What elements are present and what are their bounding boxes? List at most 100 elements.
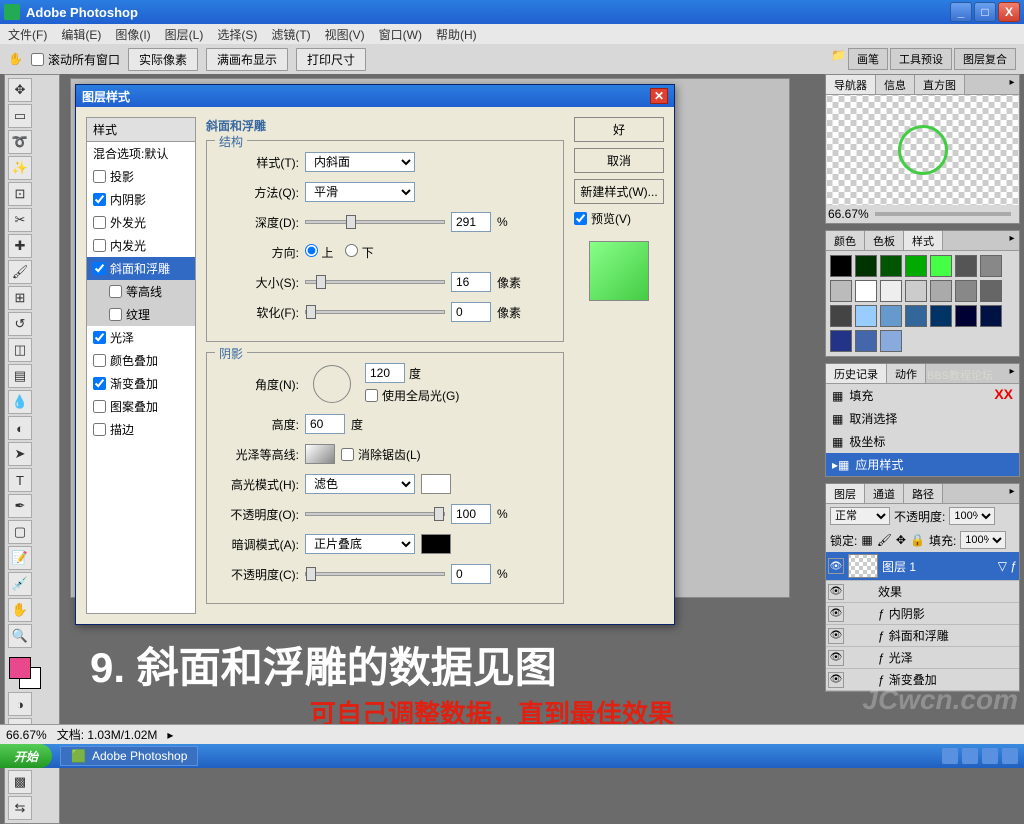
depth-input[interactable]: [451, 212, 491, 232]
style-swatch[interactable]: [880, 255, 902, 277]
angle-input[interactable]: [365, 363, 405, 383]
layer-fill-input[interactable]: 100%: [960, 531, 1006, 549]
blend-options-item[interactable]: 混合选项:默认: [87, 142, 195, 165]
style-swatch[interactable]: [880, 280, 902, 302]
effect-item[interactable]: 👁ƒ内阴影: [826, 603, 1019, 625]
visibility-icon[interactable]: 👁: [828, 584, 844, 600]
slice-tool[interactable]: ✂: [8, 208, 32, 232]
eyedropper-tool[interactable]: 💉: [8, 572, 32, 596]
style-swatch[interactable]: [855, 280, 877, 302]
style-swatch[interactable]: [855, 255, 877, 277]
panel-menu-icon[interactable]: ▸: [1005, 484, 1019, 498]
history-item[interactable]: ▦极坐标: [826, 430, 1019, 453]
dir-up-radio[interactable]: 上: [305, 244, 333, 261]
size-input[interactable]: [451, 272, 491, 292]
history-item[interactable]: ▦填充: [826, 384, 1019, 407]
visibility-icon[interactable]: 👁: [828, 672, 844, 688]
new-style-button[interactable]: 新建样式(W)...: [574, 179, 664, 204]
visibility-icon[interactable]: 👁: [828, 606, 844, 622]
fx-satin[interactable]: 光泽: [87, 326, 195, 349]
layers-tab[interactable]: 图层: [826, 484, 865, 503]
opttab-brushes[interactable]: 画笔: [848, 48, 888, 70]
marquee-tool[interactable]: ▭: [8, 104, 32, 128]
lock-paint-icon[interactable]: 🖌: [877, 533, 892, 547]
shadow-mode-select[interactable]: 正片叠底: [305, 534, 415, 554]
gradient-tool[interactable]: ▤: [8, 364, 32, 388]
dialog-close-button[interactable]: ✕: [650, 88, 668, 104]
actual-pixels-button[interactable]: 实际像素: [128, 48, 198, 71]
fx-dropshadow[interactable]: 投影: [87, 165, 195, 188]
history-tab[interactable]: 历史记录: [826, 364, 887, 383]
lock-trans-icon[interactable]: ▦: [861, 533, 872, 547]
paths-tab[interactable]: 路径: [904, 484, 943, 503]
sh-opacity-input[interactable]: [451, 564, 491, 584]
scroll-all-checkbox[interactable]: 滚动所有窗口: [31, 51, 120, 68]
cancel-button[interactable]: 取消: [574, 148, 664, 173]
close-button[interactable]: X: [998, 2, 1020, 22]
style-swatch[interactable]: [830, 280, 852, 302]
swatches-tab[interactable]: 色板: [865, 231, 904, 250]
menu-image[interactable]: 图像(I): [115, 26, 150, 43]
fx-coloroverlay[interactable]: 颜色叠加: [87, 349, 195, 372]
opttab-layercomps[interactable]: 图层复合: [954, 48, 1016, 70]
path-tool[interactable]: ➤: [8, 442, 32, 466]
docking-icon[interactable]: 📁: [831, 48, 846, 70]
style-swatch[interactable]: [930, 280, 952, 302]
style-swatch[interactable]: [930, 255, 952, 277]
heal-tool[interactable]: ✚: [8, 234, 32, 258]
style-swatch[interactable]: [930, 305, 952, 327]
menu-view[interactable]: 视图(V): [325, 26, 365, 43]
style-swatch[interactable]: [980, 305, 1002, 327]
style-swatch[interactable]: [955, 305, 977, 327]
visibility-icon[interactable]: 👁: [828, 628, 844, 644]
size-slider[interactable]: [305, 280, 445, 284]
panel-menu-icon[interactable]: ▸: [1005, 231, 1019, 245]
fx-patternoverlay[interactable]: 图案叠加: [87, 395, 195, 418]
soften-slider[interactable]: [305, 310, 445, 314]
styles-header[interactable]: 样式: [87, 118, 195, 142]
visibility-icon[interactable]: 👁: [828, 650, 844, 666]
notes-tool[interactable]: 📝: [8, 546, 32, 570]
effects-row[interactable]: 👁效果: [826, 581, 1019, 603]
style-swatch[interactable]: [905, 305, 927, 327]
panel-menu-icon[interactable]: ▸: [1005, 75, 1019, 89]
fx-innershadow[interactable]: 内阴影: [87, 188, 195, 211]
style-swatch[interactable]: [905, 280, 927, 302]
depth-slider[interactable]: [305, 220, 445, 224]
layer-opacity-input[interactable]: 100%: [949, 507, 995, 525]
menu-window[interactable]: 窗口(W): [379, 26, 422, 43]
eraser-tool[interactable]: ◫: [8, 338, 32, 362]
crop-tool[interactable]: ⊡: [8, 182, 32, 206]
blend-mode-select[interactable]: 正常: [830, 507, 890, 525]
opttab-toolpresets[interactable]: 工具预设: [890, 48, 952, 70]
menu-file[interactable]: 文件(F): [8, 26, 47, 43]
tray-icon[interactable]: [942, 748, 958, 764]
fg-color[interactable]: [9, 657, 31, 679]
pen-tool[interactable]: ✒: [8, 494, 32, 518]
fx-outerglow[interactable]: 外发光: [87, 211, 195, 234]
dir-down-radio[interactable]: 下: [345, 244, 373, 261]
method-select[interactable]: 平滑: [305, 182, 415, 202]
brush-tool[interactable]: 🖌: [8, 260, 32, 284]
highlight-mode-select[interactable]: 滤色: [305, 474, 415, 494]
preview-checkbox[interactable]: 预览(V): [574, 210, 664, 227]
maximize-button[interactable]: □: [974, 2, 996, 22]
move-tool[interactable]: ✥: [8, 78, 32, 102]
tray-icon[interactable]: [1002, 748, 1018, 764]
menu-layer[interactable]: 图层(L): [165, 26, 204, 43]
menu-help[interactable]: 帮助(H): [436, 26, 477, 43]
styles-tab[interactable]: 样式: [904, 231, 943, 250]
hand-tool[interactable]: ✋: [8, 598, 32, 622]
menu-edit[interactable]: 编辑(E): [61, 26, 101, 43]
history-item[interactable]: ▦取消选择: [826, 407, 1019, 430]
style-swatch[interactable]: [855, 330, 877, 352]
antialias-checkbox[interactable]: 消除锯齿(L): [341, 446, 421, 463]
visibility-icon[interactable]: 👁: [828, 558, 844, 574]
style-swatch[interactable]: [955, 280, 977, 302]
lock-all-icon[interactable]: 🔒: [910, 533, 925, 547]
ok-button[interactable]: 好: [574, 117, 664, 142]
minimize-button[interactable]: _: [950, 2, 972, 22]
type-tool[interactable]: T: [8, 468, 32, 492]
gloss-contour-picker[interactable]: [305, 444, 335, 464]
style-swatch[interactable]: [830, 305, 852, 327]
